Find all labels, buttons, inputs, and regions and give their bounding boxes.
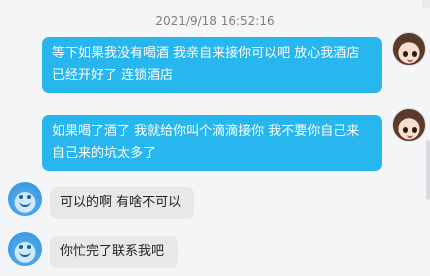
- message-text: 你忙完了联系我吧: [60, 244, 165, 259]
- avatar-eye-left: [19, 195, 23, 199]
- incoming-message-bubble[interactable]: 可以的啊 有啥不可以: [50, 187, 194, 219]
- self-avatar[interactable]: [392, 108, 426, 142]
- incoming-message-bubble[interactable]: 你忙完了联系我吧: [50, 236, 178, 268]
- message-text: 如果喝了酒了 我就给你叫个滴滴接你 我不要你自己来 自己来的坑太多了: [52, 124, 360, 161]
- avatar-eye-right: [27, 245, 31, 249]
- avatar-mouth: [19, 200, 31, 207]
- window-corner: [422, 0, 430, 8]
- avatar-mouth: [407, 57, 413, 62]
- outgoing-message-bubble[interactable]: 如果喝了酒了 我就给你叫个滴滴接你 我不要你自己来 自己来的坑太多了: [42, 115, 382, 171]
- self-avatar[interactable]: [392, 32, 426, 66]
- contact-avatar[interactable]: [8, 232, 42, 266]
- contact-avatar[interactable]: [8, 182, 42, 216]
- message-timestamp: 2021/9/18 16:52:16: [155, 14, 275, 28]
- avatar-mouth: [407, 133, 413, 138]
- outgoing-message-bubble[interactable]: 等下如果我没有喝酒 我亲自来接你可以吧 放心我酒店已经开好了 连锁酒店: [42, 37, 382, 93]
- avatar-eye-right: [27, 195, 31, 199]
- message-text: 可以的啊 有啥不可以: [60, 195, 182, 210]
- message-text: 等下如果我没有喝酒 我亲自来接你可以吧 放心我酒店已经开好了 连锁酒店: [52, 46, 360, 83]
- scrollbar[interactable]: [426, 140, 430, 200]
- avatar-eye-left: [19, 245, 23, 249]
- avatar-mouth: [19, 250, 31, 257]
